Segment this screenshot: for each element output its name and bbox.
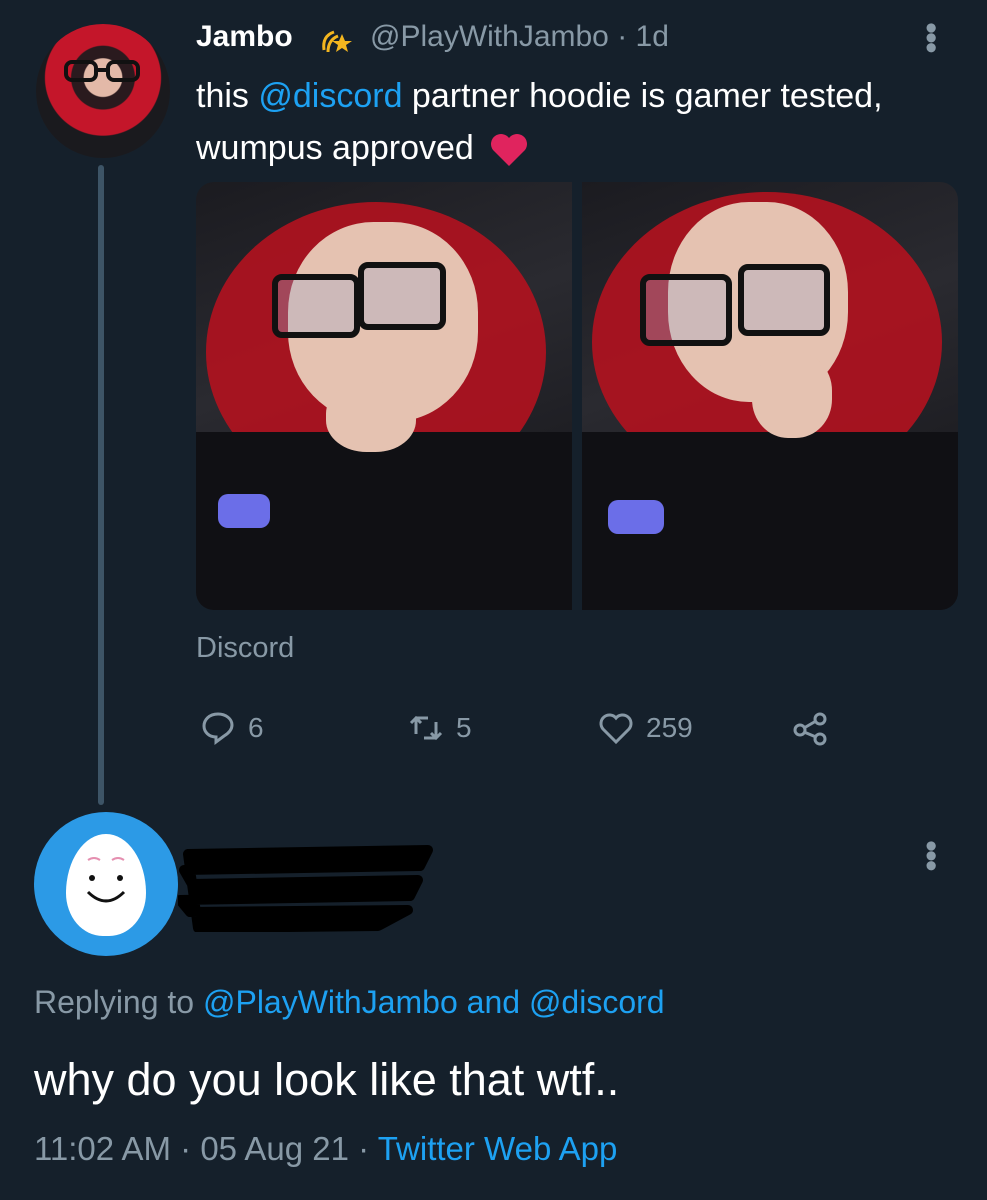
mention-link[interactable]: @discord xyxy=(258,77,402,115)
more-options-icon[interactable]: ••• xyxy=(912,840,950,870)
photo-glasses-left xyxy=(640,274,732,346)
reply-count: 6 xyxy=(248,712,264,743)
photo-glasses-right xyxy=(738,264,830,336)
tweet-source-label[interactable]: Discord xyxy=(196,632,294,665)
redacted-username-scribble xyxy=(178,845,433,932)
photo-glasses-left xyxy=(272,274,360,338)
reply-action[interactable]: 6 xyxy=(200,710,264,746)
reply-icon xyxy=(202,712,234,745)
heart-icon xyxy=(599,713,633,745)
photo-glasses-right xyxy=(358,262,446,330)
retweet-count: 5 xyxy=(456,712,472,743)
photo-hand xyxy=(752,352,832,438)
like-action[interactable]: 259 xyxy=(598,710,693,746)
meta-separator: · xyxy=(348,1130,378,1167)
glasses-graphic xyxy=(64,60,140,82)
red-heart-emoji-icon xyxy=(491,134,528,167)
tweet-age: · 1d xyxy=(617,20,669,53)
author-handle[interactable]: @PlayWithJambo xyxy=(370,20,609,53)
thread-line xyxy=(98,165,104,805)
reply-client[interactable]: Twitter Web App xyxy=(378,1130,618,1167)
like-count: 259 xyxy=(646,712,693,743)
replying-to-mention-1[interactable]: @PlayWithJambo xyxy=(203,984,458,1020)
shooting-star-badge-icon xyxy=(322,30,352,53)
replying-to-mention-2[interactable]: @discord xyxy=(529,984,665,1020)
egg-graphic xyxy=(66,834,146,936)
tweet-text-start: this xyxy=(196,77,259,115)
author-name[interactable]: Jambo xyxy=(196,20,293,54)
author-handle-and-age: @PlayWithJambo · 1d xyxy=(370,20,669,54)
replying-to-line: Replying to @PlayWithJambo and @discord xyxy=(34,984,665,1021)
more-options-icon[interactable]: ••• xyxy=(912,22,950,52)
share-action[interactable] xyxy=(792,710,828,746)
share-icon xyxy=(793,712,827,746)
tweet-text: this @discord partner hoodie is gamer te… xyxy=(196,70,896,174)
replying-to-prefix: Replying to xyxy=(34,984,203,1020)
reply-time[interactable]: 11:02 AM xyxy=(34,1130,171,1167)
smiley-face-icon xyxy=(86,857,126,903)
author-avatar[interactable] xyxy=(36,24,170,158)
default-egg-avatar[interactable] xyxy=(34,812,178,956)
reply-date[interactable]: 05 Aug 21 xyxy=(200,1130,349,1167)
tweet-photo-2[interactable] xyxy=(582,182,958,610)
tweet-photo-1[interactable] xyxy=(196,182,572,610)
discord-logo-graphic xyxy=(218,494,270,528)
reply-metadata: 11:02 AM · 05 Aug 21 · Twitter Web App xyxy=(34,1130,617,1168)
retweet-action[interactable]: 5 xyxy=(408,710,472,746)
discord-logo-graphic xyxy=(608,500,664,534)
replying-to-and: and xyxy=(457,984,529,1020)
photo-hand xyxy=(326,382,416,452)
meta-separator: · xyxy=(170,1130,201,1167)
retweet-icon xyxy=(409,715,443,741)
reply-text: why do you look like that wtf.. xyxy=(34,1054,620,1105)
